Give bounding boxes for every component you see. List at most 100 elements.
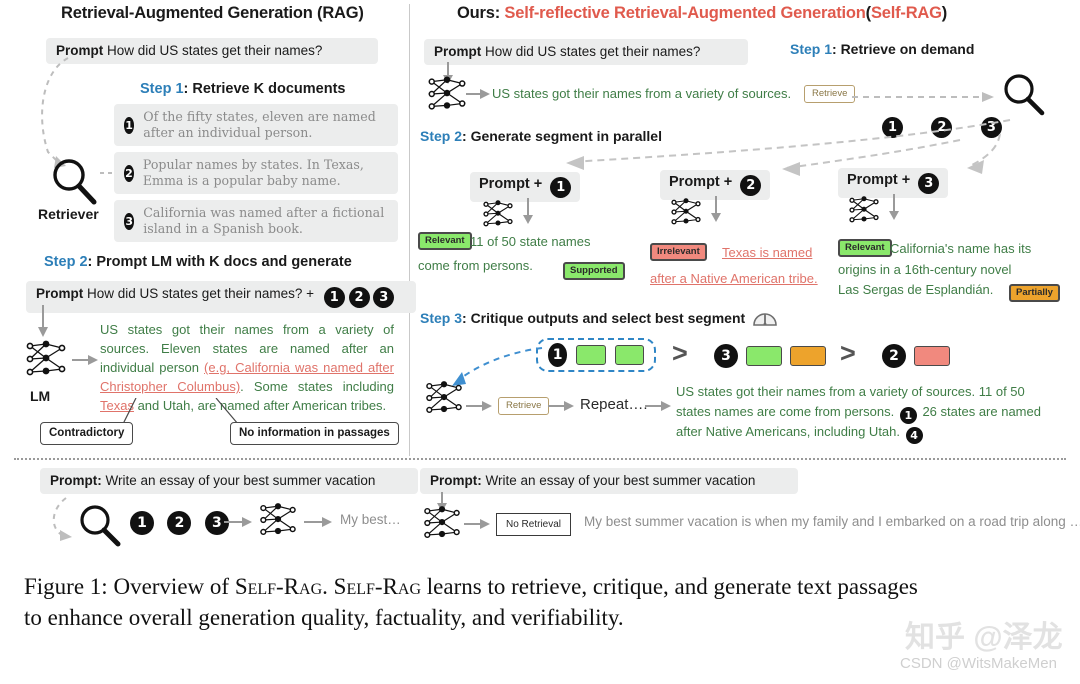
right-bottom-prompt-label: Prompt:	[430, 473, 482, 488]
right-title-main: Self-reflective Retrieval-Augmented Gene…	[504, 4, 866, 22]
left-bottom-output: My best…	[340, 512, 401, 527]
branch-1-support-label: Supported	[570, 265, 618, 276]
prompt2-doc-num-3: 3	[373, 287, 395, 308]
branch-1-down-arrow	[523, 198, 533, 224]
ranking-num-1: 1	[548, 343, 568, 367]
left-prompt-text: How did US states get their names?	[107, 43, 323, 58]
left-step2-word: Step 2	[44, 254, 88, 270]
caption-smallcaps-1: Self-Rag	[234, 574, 323, 599]
contradictory-label: Contradictory	[49, 427, 125, 439]
right-prompt-text: How did US states get their names?	[485, 44, 701, 59]
branch-1-relevance-badge[interactable]: Relevant	[418, 232, 472, 251]
branch-3-text-line3: Las Sergas de Esplandián.	[838, 282, 994, 297]
figure-panel: Retrieval-Augmented Generation (RAG) Pro…	[0, 0, 1080, 565]
right-title-paren-close: )	[941, 4, 948, 22]
branch-3-support-label: Partially	[1016, 287, 1053, 298]
retrieve-token-2[interactable]: Retrieve	[498, 397, 550, 416]
doc-text-2: Popular names by states. In Texas, Emma …	[142, 156, 364, 188]
ranking-chip-3a	[746, 346, 782, 366]
branch-1-support-badge[interactable]: Supported	[563, 262, 625, 281]
caption-rest-2: learns to retrieve, critique, and genera…	[421, 574, 918, 599]
branch-3-support-badge[interactable]: Partially	[1009, 284, 1060, 303]
left-step2-heading: Step 2: Prompt LM with K docs and genera…	[44, 254, 352, 270]
no-retrieval-token[interactable]: No Retrieval	[496, 513, 572, 536]
left-prompt2-label: Prompt	[36, 286, 84, 301]
docs-to-branches-connectors	[566, 119, 1011, 176]
branch-1-text-line2: come from persons.	[418, 258, 533, 273]
ranking-chip-3b	[790, 346, 826, 366]
csdn-watermark: CSDN @WitsMakeMen	[900, 655, 1057, 672]
left-panel-title: Retrieval-Augmented Generation (RAG)	[61, 4, 364, 22]
neural-network-icon	[483, 200, 513, 227]
no-retrieval-token-label: No Retrieval	[506, 519, 562, 530]
caption-rest-1: Overview of	[113, 574, 235, 599]
retrieve-token-label-1: Retrieve	[812, 88, 848, 99]
branch-2-header-label: Prompt +	[669, 174, 733, 190]
neural-network-icon	[671, 198, 701, 225]
right-bottom-output: My best summer vacation is when my famil…	[584, 514, 1080, 529]
neural-network-icon	[428, 76, 466, 110]
right-step3-text: : Critique outputs and select best segme…	[462, 310, 746, 326]
retriever-label: Retriever	[38, 206, 99, 222]
ranking-num-2: 2	[882, 344, 906, 368]
neural-network-icon	[424, 506, 460, 539]
doc-text-3: California was named after a fictional i…	[143, 204, 385, 236]
branch-2-relevance-badge[interactable]: Irrelevant	[650, 243, 707, 262]
right-title-ours: Ours:	[457, 4, 501, 22]
branch-2-down-arrow	[711, 196, 721, 222]
gauge-icon	[753, 313, 777, 326]
right-step2-word: Step 2	[420, 128, 463, 144]
magnifier-icon	[53, 159, 97, 205]
left-bottom-arrow-2	[304, 517, 332, 527]
panel-divider	[409, 4, 410, 456]
right-step3-word: Step 3	[420, 310, 463, 326]
branch-3-text-line2: origins in a 16th-century novel	[838, 262, 1012, 277]
repeat-arrow-2	[548, 401, 574, 411]
right-bottom-arrow	[464, 519, 490, 529]
left-bottom-prompt-label: Prompt:	[50, 473, 102, 488]
right-title-tag: Self-RAG	[870, 4, 942, 22]
branch-1-text-line1: 11 of 50 state names	[470, 234, 591, 249]
repeat-label: Repeat….	[580, 396, 648, 413]
lm-label: LM	[30, 388, 51, 404]
branch-2-text-line2: after a Native American tribe.	[650, 271, 818, 286]
caption-line-1: Figure 1: Overview of Self-Rag. Self-Rag…	[24, 572, 1064, 603]
doc-card-3[interactable]: 3 California was named after a fictional…	[114, 200, 398, 242]
neural-network-icon	[26, 340, 66, 376]
left-bottom-prompt-bar: Prompt: Write an essay of your best summ…	[40, 468, 418, 495]
left-step1-word: Step 1	[140, 81, 184, 97]
final-output-reflect-4: 4	[905, 427, 923, 444]
final-output-line3: after Native Americans, including Utah. …	[676, 424, 923, 444]
no-information-label: No information in passages	[239, 427, 390, 439]
doc-card-2[interactable]: 2 Popular names by states. In Texas, Emm…	[114, 152, 398, 194]
gen-seg-green-2: . Some states including	[240, 379, 395, 395]
ranking-gt-symbol-2: >	[840, 338, 856, 368]
caption-mid: .	[322, 574, 334, 599]
branch-3-relevance-label: Relevant	[845, 242, 885, 253]
doc-number-2: 2	[124, 164, 134, 182]
branch-3-header-num: 3	[918, 173, 940, 194]
branch-3-down-arrow	[889, 194, 899, 220]
ranking-chip-1a	[576, 345, 606, 365]
final-output-line2: states names are come from persons. 1 26…	[676, 404, 1041, 424]
right-step3-heading: Step 3: Critique outputs and select best…	[420, 310, 745, 326]
right-step1-word: Step 1	[790, 41, 833, 57]
right-lm-to-gen-arrow	[466, 89, 490, 99]
doc-card-1[interactable]: 1 Of the fifty states, eleven are named …	[114, 104, 398, 146]
ranking-selected-box[interactable]: 1	[536, 338, 656, 372]
right-prompt-label: Prompt	[434, 44, 482, 59]
ranking-num-3: 3	[714, 344, 738, 368]
ranking-group-3: 2	[882, 344, 950, 368]
contradictory-callout: Contradictory	[40, 422, 134, 446]
left-bottom-arrow-1	[224, 517, 252, 527]
branch-2-header-num: 2	[740, 175, 762, 196]
final-output-line2a: states names are come from persons.	[676, 404, 895, 419]
left-step1-text: : Retrieve K documents	[183, 81, 346, 97]
branch-3-relevance-badge[interactable]: Relevant	[838, 239, 892, 258]
left-bottom-doc-nums: 1 2 3	[130, 511, 229, 535]
neural-network-icon	[849, 196, 879, 223]
doc-number-1: 1	[124, 116, 135, 134]
neural-network-icon	[260, 503, 296, 536]
final-output-line2b: 26 states are named	[922, 404, 1041, 419]
right-step1-text: : Retrieve on demand	[832, 41, 975, 57]
